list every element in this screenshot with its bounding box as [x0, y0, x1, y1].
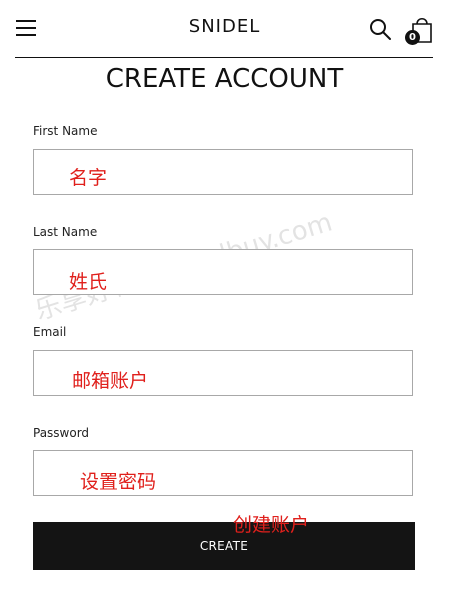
- create-account-button[interactable]: CREATE: [33, 522, 415, 570]
- header-divider: [15, 57, 433, 58]
- password-label: Password: [33, 426, 90, 440]
- page-title: CREATE ACCOUNT: [105, 64, 344, 94]
- password-annotation: 设置密码: [80, 471, 157, 493]
- first-name-label: First Name: [33, 124, 98, 138]
- last-name-label: Last Name: [33, 225, 98, 239]
- email-field[interactable]: 邮箱账户: [33, 350, 413, 396]
- password-field[interactable]: 设置密码: [33, 450, 413, 496]
- create-annotation: 创建账户: [233, 514, 310, 536]
- first-name-field[interactable]: 名字: [33, 149, 413, 195]
- search-icon[interactable]: [368, 17, 392, 41]
- first-name-annotation: 名字: [69, 167, 108, 189]
- cart-count-badge: 0: [405, 30, 420, 45]
- last-name-annotation: 姓氏: [69, 271, 108, 293]
- email-label: Email: [33, 325, 67, 339]
- email-annotation: 邮箱账户: [72, 370, 149, 392]
- cart-button[interactable]: 0: [405, 14, 435, 45]
- last-name-field[interactable]: 姓氏: [33, 249, 413, 295]
